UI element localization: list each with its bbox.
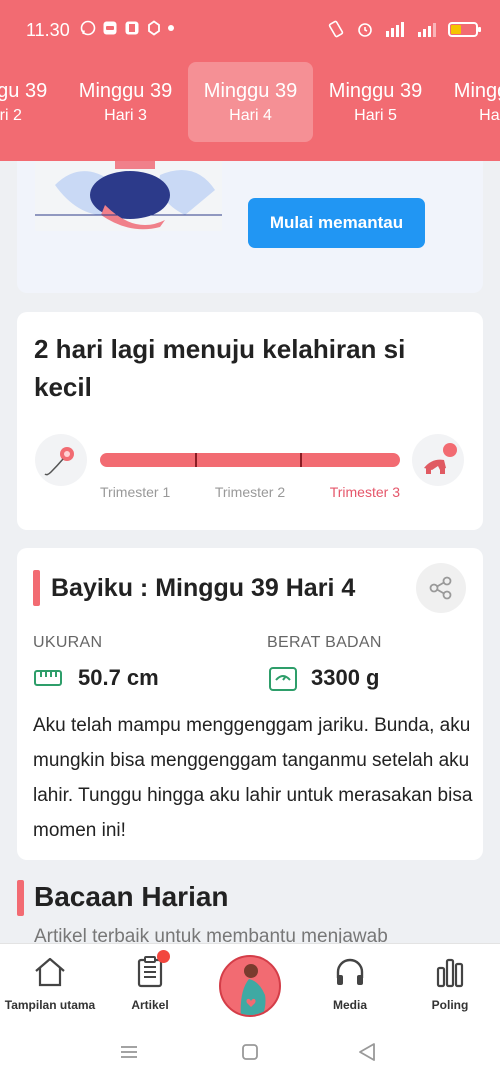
bottom-navigation: Tampilan utama Artikel Media Poling — [0, 943, 500, 1023]
trimester-1-label: Trimester 1 — [100, 484, 171, 500]
nav-article-label: Artikel — [131, 998, 169, 1012]
status-bar: 11.30 — [0, 0, 500, 60]
monitor-illustration — [35, 155, 222, 231]
poll-icon — [436, 958, 464, 988]
alarm-icon — [358, 23, 372, 37]
nav-media[interactable]: Media — [300, 944, 400, 1024]
pregnancy-icon — [240, 964, 266, 1015]
countdown-title: 2 hari lagi menuju kelahiran si kecil — [34, 334, 406, 402]
scale-icon — [269, 667, 297, 691]
signal-icon — [418, 23, 436, 37]
week-tab[interactable]: Minggu 39 Hari 6 — [438, 62, 500, 142]
notification-icons — [80, 20, 174, 36]
size-label: UKURAN — [33, 634, 103, 651]
daily-reading-title: Bacaan Harian — [34, 881, 229, 912]
nav-article[interactable]: Artikel — [100, 944, 200, 1024]
trimester-labels: Trimester 1 Trimester 2 Trimester 3 — [100, 484, 400, 500]
start-monitoring-button[interactable]: Mulai memantau — [248, 198, 425, 248]
system-navigation-bar — [0, 1023, 500, 1083]
trimester-progress-bar — [100, 453, 400, 467]
week-tab[interactable]: Minggu 39 Hari 3 — [63, 62, 188, 142]
ruler-icon — [34, 670, 62, 686]
share-icon — [429, 576, 452, 600]
nav-home-label: Tampilan utama — [4, 998, 96, 1012]
whatsapp-icon — [80, 20, 96, 36]
vibrate-icon — [328, 20, 344, 38]
nav-home[interactable]: Tampilan utama — [0, 944, 100, 1024]
battery-icon — [448, 21, 481, 37]
section-accent-bar — [17, 880, 24, 916]
week-tabs: Minggu 39 Hari 2 Minggu 39 Hari 3 Minggu… — [0, 62, 500, 142]
trimester-divider — [195, 453, 197, 467]
nav-poll-label: Poling — [431, 998, 469, 1012]
weight-value: 3300 g — [311, 665, 380, 690]
share-button[interactable] — [416, 563, 466, 613]
monitor-card: Mulai memantau — [17, 150, 483, 293]
trimester-2-label: Trimester 2 — [214, 484, 286, 500]
conception-icon — [35, 434, 87, 486]
week-tab-active[interactable]: Minggu 39 Hari 4 — [188, 62, 313, 142]
notification-badge — [157, 950, 170, 963]
baby-card-title: Bayiku : Minggu 39 Hari 4 — [51, 574, 356, 602]
nav-poll[interactable]: Poling — [400, 944, 500, 1024]
birth-countdown-card: 2 hari lagi menuju kelahiran si kecil Tr… — [17, 312, 483, 530]
signal-4g-icon — [386, 22, 404, 37]
baby-description: Aku telah mampu menggenggam jariku. Bund… — [33, 715, 473, 841]
baby-crawling-icon — [412, 434, 464, 486]
nav-media-label: Media — [332, 998, 367, 1012]
system-status-icons — [326, 20, 481, 38]
back-icon[interactable] — [356, 1042, 378, 1062]
title-accent-bar — [33, 570, 40, 606]
status-time: 11.30 — [26, 20, 70, 40]
trimester-3-label: Trimester 3 — [329, 484, 400, 500]
app-header: 11.30 Minggu 39 Hari 2 Minggu 39 Hari 3 … — [0, 0, 500, 161]
pregnancy-center-button[interactable] — [219, 955, 281, 1017]
trimester-divider — [300, 453, 302, 467]
size-value: 50.7 cm — [78, 665, 159, 690]
weight-label: BERAT BADAN — [267, 634, 382, 651]
sync-icon — [148, 20, 160, 36]
calendar-notification-icon — [125, 21, 139, 35]
more-notifications-dot — [168, 25, 174, 31]
baby-info-card: Bayiku : Minggu 39 Hari 4 UKURAN 50.7 cm… — [17, 548, 483, 860]
week-tab[interactable]: Minggu 39 Hari 2 — [0, 62, 63, 142]
recent-apps-icon[interactable] — [118, 1043, 140, 1061]
week-tab[interactable]: Minggu 39 Hari 5 — [313, 62, 438, 142]
headphones-icon — [336, 958, 364, 985]
home-button-icon[interactable] — [240, 1043, 260, 1061]
app-notification-icon — [103, 21, 117, 35]
home-icon — [35, 957, 65, 987]
